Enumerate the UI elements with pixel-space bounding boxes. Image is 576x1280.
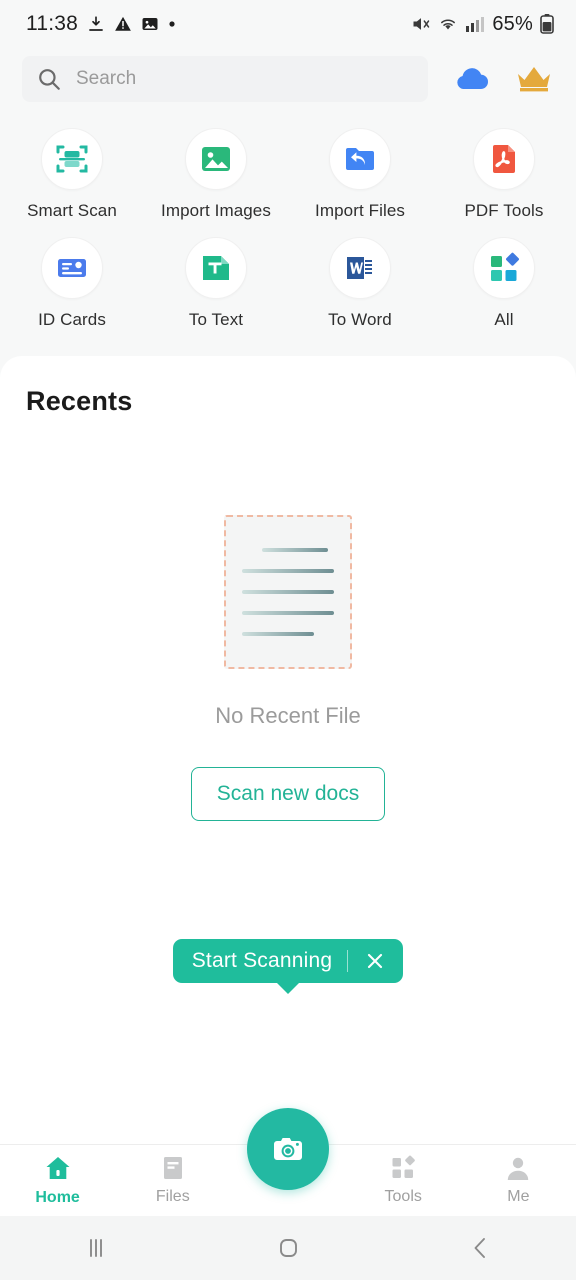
shortcut-label: Import Files <box>315 201 405 220</box>
status-bar-right: 65% <box>411 13 554 36</box>
empty-document-illustration <box>224 515 352 669</box>
shortcut-icon-wrap <box>185 237 247 299</box>
mute-icon <box>411 14 431 34</box>
shortcut-to-word[interactable]: To Word <box>288 237 432 330</box>
warning-triangle-icon <box>114 15 132 33</box>
files-icon <box>160 1155 186 1181</box>
nav-item-files[interactable]: Files <box>115 1155 230 1206</box>
nav-label: Me <box>507 1188 530 1205</box>
shortcut-icon-wrap <box>41 128 103 190</box>
shortcut-label: All <box>494 310 514 329</box>
shortcut-icon-wrap <box>41 237 103 299</box>
android-navigation-bar <box>0 1216 576 1280</box>
header-action-icons <box>452 63 554 95</box>
shortcut-import-images[interactable]: Import Images <box>144 128 288 221</box>
page-title: Recents <box>26 386 133 416</box>
status-bar-left: 11:38 <box>26 12 176 36</box>
nav-label: Tools <box>384 1188 422 1205</box>
to-word-icon <box>344 252 376 284</box>
shortcut-pdf-tools[interactable]: PDF Tools <box>432 128 576 221</box>
pdf-tools-icon <box>488 143 520 175</box>
nav-label: Files <box>155 1188 190 1205</box>
empty-state-text: No Recent File <box>215 703 361 728</box>
bottom-navigation: Home Files Tools Me <box>0 1108 576 1216</box>
back-chevron-icon[interactable] <box>465 1235 495 1261</box>
battery-percent: 65% <box>492 12 533 35</box>
nav-item-me[interactable]: Me <box>461 1155 576 1206</box>
header-bar <box>0 48 576 110</box>
doc-line <box>242 590 334 594</box>
empty-state: No Recent File Scan new docs <box>26 417 550 1144</box>
wifi-icon <box>438 14 458 34</box>
tooltip-divider <box>347 950 349 972</box>
tooltip-tail <box>277 983 299 994</box>
recents-panel: Recents No Recent File Scan new docs Sta… <box>0 356 576 1144</box>
nav-label: Home <box>35 1189 80 1206</box>
search-bar[interactable] <box>22 56 428 102</box>
home-icon <box>44 1154 72 1182</box>
image-icon <box>141 15 159 33</box>
tools-icon <box>390 1155 416 1181</box>
download-icon <box>87 15 105 33</box>
crown-icon[interactable] <box>514 63 554 95</box>
recents-icon[interactable] <box>81 1235 111 1261</box>
nav-item-home[interactable]: Home <box>0 1154 115 1207</box>
camera-fab-button[interactable] <box>247 1108 329 1190</box>
shortcut-icon-wrap <box>185 128 247 190</box>
shortcut-icon-wrap <box>329 128 391 190</box>
all-tools-icon <box>488 252 520 284</box>
import-files-icon <box>344 143 376 175</box>
home-pill-icon[interactable] <box>273 1235 303 1261</box>
smart-scan-icon <box>55 142 89 176</box>
tooltip-body[interactable]: Start Scanning <box>172 939 404 983</box>
nav-item-tools[interactable]: Tools <box>346 1155 461 1206</box>
camera-icon <box>268 1129 308 1169</box>
shortcut-to-text[interactable]: To Text <box>144 237 288 330</box>
app-screen: 11:38 65% Search Smart Scan Import Image… <box>0 0 576 1280</box>
shortcut-icon-wrap <box>473 128 535 190</box>
status-bar: 11:38 65% <box>0 0 576 48</box>
doc-line <box>242 632 314 636</box>
status-time: 11:38 <box>26 12 78 35</box>
search-input[interactable] <box>76 68 414 90</box>
shortcut-grid: Smart Scan Import Images Import Files PD… <box>0 110 576 350</box>
shortcut-label: Import Images <box>161 201 271 220</box>
shortcut-icon-wrap <box>473 237 535 299</box>
shortcut-smart-scan[interactable]: Smart Scan <box>0 128 144 221</box>
doc-line <box>242 569 334 573</box>
shortcut-id-cards[interactable]: ID Cards <box>0 237 144 330</box>
shortcut-label: To Text <box>188 310 244 329</box>
shortcut-import-files[interactable]: Import Files <box>288 128 432 221</box>
dot-icon <box>168 20 176 28</box>
cellular-signal-icon <box>465 15 485 33</box>
search-icon <box>36 66 62 92</box>
doc-line <box>262 548 329 552</box>
start-scanning-tooltip: Start Scanning <box>0 939 576 994</box>
shortcut-label: PDF Tools <box>464 201 544 220</box>
doc-line <box>242 611 334 615</box>
cloud-icon[interactable] <box>452 64 492 94</box>
scan-new-docs-button[interactable]: Scan new docs <box>191 767 385 821</box>
profile-icon <box>505 1155 531 1181</box>
import-images-icon <box>200 143 232 175</box>
shortcut-label: ID Cards <box>38 310 106 329</box>
battery-icon <box>540 14 554 34</box>
to-text-icon <box>201 253 231 283</box>
shortcut-label: Smart Scan <box>27 201 117 220</box>
shortcut-label: To Word <box>328 310 392 329</box>
id-cards-icon <box>56 252 88 284</box>
tooltip-label: Start Scanning <box>191 949 333 972</box>
close-icon[interactable] <box>363 951 387 971</box>
shortcut-icon-wrap <box>329 237 391 299</box>
shortcut-all[interactable]: All <box>432 237 576 330</box>
